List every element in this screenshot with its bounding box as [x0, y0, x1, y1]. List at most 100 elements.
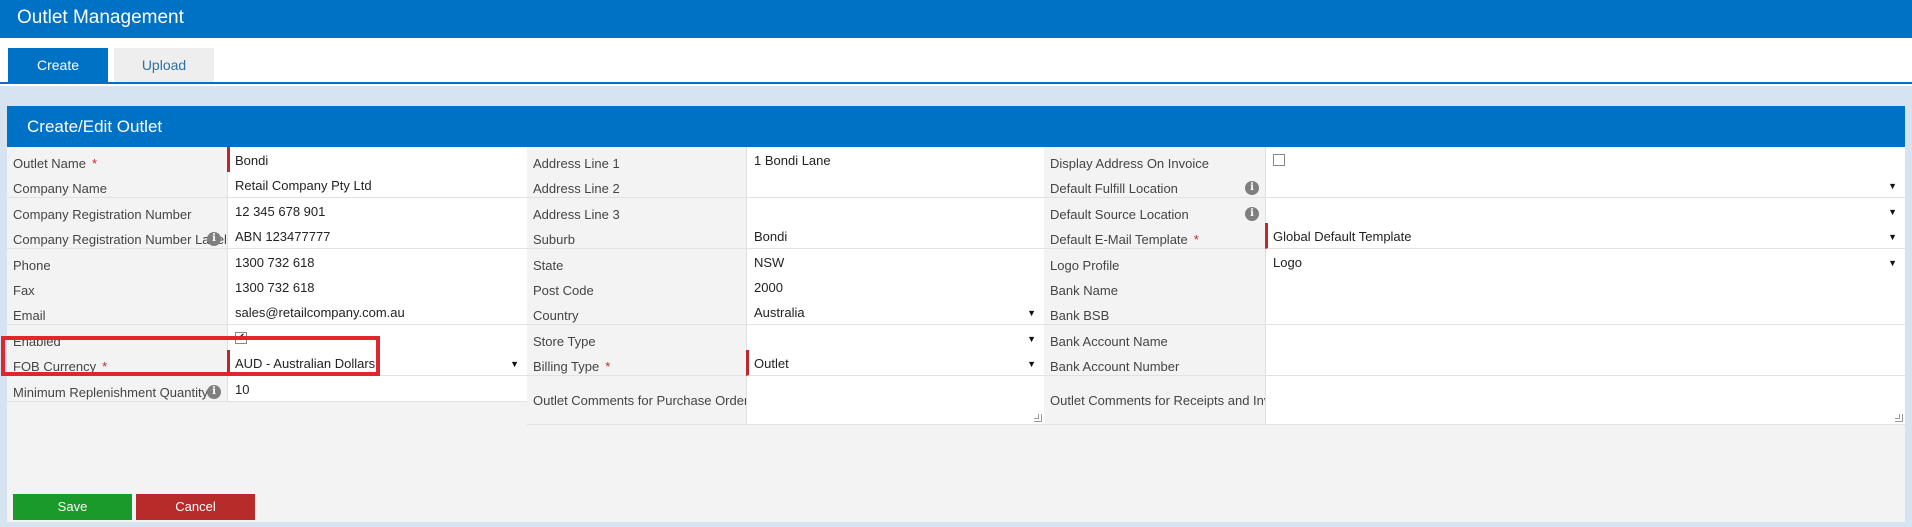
fax-value: 1300 732 618: [235, 280, 315, 295]
outlet-comments-for-receipts-and-invoices-label-text: Outlet Comments for Receipts and Invoice…: [1050, 393, 1265, 408]
country-label: Country: [527, 299, 746, 325]
required-asterisk: *: [91, 156, 98, 171]
fax-label: Fax: [7, 274, 227, 300]
minimum-replenishment-quantity-input[interactable]: 10: [227, 376, 527, 402]
address-line-2-input[interactable]: [746, 172, 1044, 198]
email-value: sales@retailcompany.com.au: [235, 305, 405, 320]
tab-upload[interactable]: Upload: [114, 48, 214, 82]
fob-currency-label: FOB Currency *: [7, 350, 227, 376]
store-type-label-text: Store Type: [533, 334, 596, 349]
dropdown-caret-icon[interactable]: ▼: [1888, 198, 1897, 223]
default-source-location-select[interactable]: ▼: [1265, 198, 1905, 224]
email-input[interactable]: sales@retailcompany.com.au: [227, 299, 527, 325]
outlet-comments-for-receipts-and-invoices-textarea[interactable]: [1265, 376, 1905, 425]
company-name-label-text: Company Name: [13, 181, 107, 196]
address-line-1-input[interactable]: 1 Bondi Lane: [746, 147, 1044, 173]
bank-bsb-input[interactable]: [1265, 299, 1905, 325]
info-icon[interactable]: i: [1245, 207, 1259, 221]
address-line-2-label-text: Address Line 2: [533, 181, 620, 196]
phone-value: 1300 732 618: [235, 255, 315, 270]
bank-name-input[interactable]: [1265, 274, 1905, 300]
bank-account-name-label: Bank Account Name: [1044, 325, 1265, 351]
display-address-on-invoice-checkbox[interactable]: [1265, 147, 1905, 173]
post-code-label-text: Post Code: [533, 283, 594, 298]
state-value: NSW: [754, 255, 785, 270]
enabled-checkbox[interactable]: ✔: [227, 325, 527, 351]
tab-create[interactable]: Create: [8, 48, 108, 82]
resize-handle-icon[interactable]: [1034, 414, 1042, 422]
outlet-comments-for-receipts-and-invoices-label: Outlet Comments for Receipts and Invoice…: [1044, 376, 1265, 425]
bank-name-label-text: Bank Name: [1050, 283, 1118, 298]
default-source-location-label: Default Source Location i: [1044, 198, 1265, 224]
company-registration-number-label-label-text: Company Registration Number Label: [13, 232, 227, 247]
bank-account-number-label: Bank Account Number: [1044, 350, 1265, 376]
suburb-label-text: Suburb: [533, 232, 575, 247]
info-icon[interactable]: i: [207, 232, 221, 246]
dropdown-caret-icon[interactable]: ▼: [1027, 299, 1036, 324]
fob-currency-select[interactable]: AUD - Australian Dollars ▼: [227, 350, 527, 376]
store-type-select[interactable]: ▼: [746, 325, 1044, 351]
dropdown-caret-icon[interactable]: ▼: [1888, 223, 1897, 248]
resize-handle-icon[interactable]: [1895, 414, 1903, 422]
suburb-value: Bondi: [754, 229, 788, 244]
company-registration-number-input[interactable]: 12 345 678 901: [227, 198, 527, 224]
save-button[interactable]: Save: [13, 494, 132, 520]
bank-account-number-input[interactable]: [1265, 350, 1905, 376]
dropdown-caret-icon[interactable]: ▼: [1888, 172, 1897, 197]
default-e-mail-template-label: Default E-Mail Template *: [1044, 223, 1265, 249]
address-line-1-label: Address Line 1: [527, 147, 746, 173]
phone-label-text: Phone: [13, 258, 51, 273]
state-input[interactable]: NSW: [746, 249, 1044, 275]
default-e-mail-template-label-text: Default E-Mail Template: [1050, 232, 1188, 247]
app-title: Outlet Management: [17, 7, 184, 28]
cancel-button[interactable]: Cancel: [136, 494, 255, 520]
default-fulfill-location-select[interactable]: ▼: [1265, 172, 1905, 198]
checkbox[interactable]: [1273, 154, 1285, 166]
billing-type-label-text: Billing Type: [533, 359, 600, 374]
address-line-1-label-text: Address Line 1: [533, 156, 620, 171]
fax-input[interactable]: 1300 732 618: [227, 274, 527, 300]
default-e-mail-template-select[interactable]: Global Default Template ▼: [1265, 223, 1905, 249]
company-name-input[interactable]: Retail Company Pty Ltd: [227, 172, 527, 198]
bank-account-name-input[interactable]: [1265, 325, 1905, 351]
phone-label: Phone: [7, 249, 227, 275]
checkbox[interactable]: ✔: [235, 332, 247, 344]
display-address-on-invoice-label: Display Address On Invoice: [1044, 147, 1265, 173]
logo-profile-select[interactable]: Logo ▼: [1265, 249, 1905, 275]
phone-input[interactable]: 1300 732 618: [227, 249, 527, 275]
bank-bsb-label: Bank BSB: [1044, 299, 1265, 325]
outlet-comments-for-purchase-orders-label: Outlet Comments for Purchase Orders: [527, 376, 746, 425]
country-select[interactable]: Australia ▼: [746, 299, 1044, 325]
suburb-input[interactable]: Bondi: [746, 223, 1044, 249]
dropdown-caret-icon[interactable]: ▼: [510, 350, 519, 375]
billing-type-select[interactable]: Outlet ▼: [746, 350, 1044, 376]
post-code-value: 2000: [754, 280, 783, 295]
fax-label-text: Fax: [13, 283, 35, 298]
app-header: Outlet Management: [0, 0, 1912, 38]
default-source-location-label-text: Default Source Location: [1050, 207, 1189, 222]
address-line-3-input[interactable]: [746, 198, 1044, 224]
bank-name-label: Bank Name: [1044, 274, 1265, 300]
info-icon[interactable]: i: [1245, 181, 1259, 195]
panel-title: Create/Edit Outlet: [27, 117, 163, 136]
default-fulfill-location-label-text: Default Fulfill Location: [1050, 181, 1178, 196]
address-line-2-label: Address Line 2: [527, 172, 746, 198]
enabled-label: Enabled: [7, 325, 227, 351]
company-registration-number-label-input[interactable]: ABN 123477777: [227, 223, 527, 249]
dropdown-caret-icon[interactable]: ▼: [1027, 325, 1036, 350]
dropdown-caret-icon[interactable]: ▼: [1027, 350, 1036, 375]
dropdown-caret-icon[interactable]: ▼: [1888, 249, 1897, 274]
company-name-label: Company Name: [7, 172, 227, 198]
logo-profile-label-text: Logo Profile: [1050, 258, 1120, 273]
info-icon[interactable]: i: [207, 385, 221, 399]
email-label-text: Email: [13, 308, 46, 323]
logo-profile-value: Logo: [1273, 255, 1302, 270]
minimum-replenishment-quantity-label-text: Minimum Replenishment Quantity: [13, 385, 209, 400]
company-registration-number-label-value: ABN 123477777: [235, 229, 331, 244]
display-address-on-invoice-label-text: Display Address On Invoice: [1050, 156, 1209, 171]
enabled-label-text: Enabled: [13, 334, 61, 349]
outlet-comments-for-purchase-orders-textarea[interactable]: [746, 376, 1044, 425]
outlet-name-input[interactable]: Bondi: [227, 147, 527, 173]
outlet-name-value: Bondi: [235, 153, 269, 168]
post-code-input[interactable]: 2000: [746, 274, 1044, 300]
